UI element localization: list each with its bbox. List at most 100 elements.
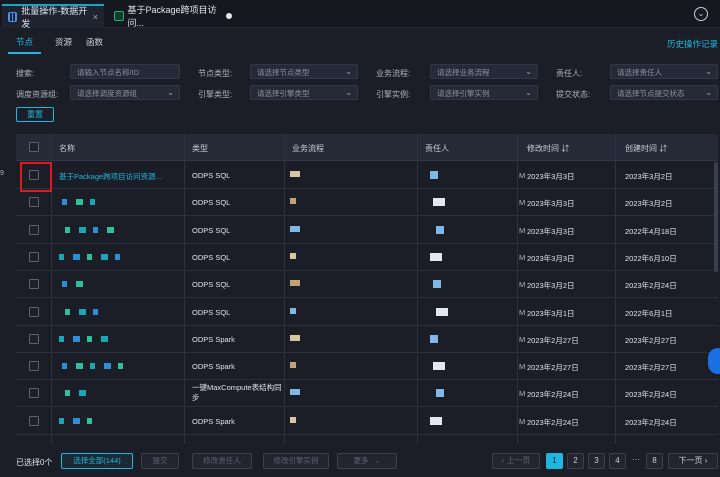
row-checkbox[interactable] (29, 224, 39, 235)
row-checkbox[interactable] (29, 279, 39, 290)
redacted-name-block (76, 199, 83, 206)
modified-time: 2023年3月3日 (527, 199, 575, 209)
vertical-scrollbar[interactable] (714, 162, 718, 272)
table-row[interactable]: ODPS Spark M 2023年2月27日 2023年2月27日 (16, 326, 718, 353)
page-2-button[interactable]: 2 (567, 453, 584, 469)
truncated-cell: M (519, 225, 526, 235)
redacted-name-block (59, 335, 64, 342)
row-checkbox[interactable] (29, 388, 39, 399)
reset-button[interactable]: 重置 (16, 107, 54, 122)
row-checkbox[interactable] (29, 197, 39, 208)
redacted-name-block (59, 253, 64, 260)
truncated-cell: M (519, 280, 526, 290)
more-label: 更多 (353, 456, 369, 465)
next-page-button[interactable]: 下一页 › (668, 453, 718, 469)
node-type: ODPS Spark (192, 362, 235, 372)
change-owner-button[interactable]: 修改责任人 (192, 453, 252, 469)
redacted-flow-block (290, 416, 296, 423)
tab-functions[interactable]: 函数 (86, 36, 103, 54)
redacted-owner-block (430, 171, 438, 179)
column-created[interactable]: 创建时间 ⇵ (625, 143, 667, 154)
created-time: 2023年2月24日 (625, 281, 677, 291)
batch-grid-icon (8, 12, 18, 22)
highlight-row1-checkbox (20, 162, 52, 192)
tab-resources[interactable]: 资源 (55, 36, 72, 54)
created-time: 2023年2月24日 (625, 417, 677, 427)
page-4-button[interactable]: 4 (609, 453, 626, 469)
table-row[interactable]: ODPS Spark M 2023年2月24日 2023年2月24日 (16, 408, 718, 435)
search-input[interactable]: 请输入节点名称/ID (70, 64, 180, 79)
change-engine-instance-button[interactable]: 修改引擎实例 (263, 453, 329, 469)
table-row[interactable]: ODPS SQL M 2023年3月1日 2022年6月1日 (16, 299, 718, 326)
truncated-cell: M (519, 416, 526, 426)
tab-nodes[interactable]: 节点 (8, 36, 42, 54)
business-flow-select[interactable]: 请选择业务流程 ⌄ (430, 64, 538, 79)
submit-button[interactable]: 提交 (141, 453, 179, 469)
more-dropdown[interactable]: 更多 ⌄ (337, 453, 397, 469)
modified-time: 2023年3月3日 (527, 253, 575, 263)
modified-time: 2023年2月24日 (527, 417, 579, 427)
column-modified[interactable]: 修改时间 ⇵ (527, 143, 569, 154)
redacted-name-block (79, 226, 86, 233)
modified-time: 2023年3月3日 (527, 172, 575, 181)
table-row[interactable]: ODPS SQL M 2023年3月3日 2022年4月18日 (16, 217, 718, 244)
truncated-cell: M (519, 171, 526, 180)
table-row[interactable]: ODPS SQL M 2023年3月3日 2022年6月10日 (16, 244, 718, 271)
redacted-flow-block (290, 334, 300, 341)
chevron-down-icon[interactable]: ⌄ (694, 7, 708, 21)
redacted-owner-block (433, 280, 441, 289)
page-8-button[interactable]: 8 (646, 453, 663, 469)
assistant-float-button[interactable] (708, 348, 720, 374)
redacted-name-block (104, 363, 111, 370)
table-row[interactable]: ODPS Spark M 2023年2月27日 2023年2月27日 (16, 353, 718, 381)
engine-type-select[interactable]: 请选择引擎类型 ⌄ (250, 85, 358, 100)
prev-page-button[interactable]: ‹ 上一页 (492, 453, 540, 469)
row-checkbox[interactable] (29, 251, 39, 262)
node-table: 名称 类型 业务流程 责任人 修改时间 ⇵ 创建时间 ⇵ 基于Package跨项… (16, 134, 718, 444)
submit-status-select[interactable]: 请选择节点提交状态 ⌄ (610, 85, 718, 100)
node-type: ODPS Spark (192, 334, 235, 344)
created-time: 2022年6月10日 (625, 253, 677, 263)
truncated-cell: M (519, 389, 526, 399)
row-checkbox[interactable] (29, 306, 39, 317)
created-time: 2023年2月27日 (625, 363, 677, 373)
table-row[interactable]: ODPS SQL M 2023年3月2日 2023年2月24日 (16, 271, 718, 299)
engine-instance-select[interactable]: 请选择引擎实例 ⌄ (430, 85, 538, 100)
modified-time: 2023年3月1日 (527, 308, 575, 318)
page-3-button[interactable]: 3 (588, 453, 605, 469)
unsaved-dot-icon[interactable] (226, 13, 232, 19)
history-operation-link[interactable]: 历史操作记录 (667, 38, 718, 50)
row-checkbox[interactable] (29, 361, 39, 372)
redacted-owner-block (436, 225, 444, 234)
truncated-cell: M (519, 307, 526, 317)
chevron-down-icon: ⌄ (345, 67, 352, 76)
owner-label: 责任人: (556, 69, 583, 78)
owner-select[interactable]: 请选择责任人 ⌄ (610, 64, 718, 79)
close-icon[interactable]: × (93, 12, 98, 22)
select-all-button[interactable]: 选择全部(144) (61, 453, 133, 469)
tab-batch-operation[interactable]: 批量操作-数据开发 × (2, 4, 104, 29)
modified-time: 2023年3月2日 (527, 281, 575, 291)
chevron-down-icon: ⌄ (525, 88, 532, 97)
left-edge-marker: 9 (0, 170, 4, 177)
chevron-down-icon: ⌄ (705, 88, 712, 97)
redacted-flow-block (290, 198, 296, 205)
node-type-select[interactable]: 请选择节点类型 ⌄ (250, 64, 358, 79)
resource-group-placeholder: 请选择调度资源组 (77, 89, 137, 98)
page-1-button[interactable]: 1 (546, 453, 563, 469)
table-row[interactable]: 一键MaxCompute表结构同步 M 2023年2月24日 2023年2月24日 (16, 380, 718, 408)
node-type: ODPS SQL (192, 198, 231, 208)
redacted-owner-block (436, 389, 444, 398)
row-checkbox[interactable] (29, 333, 39, 344)
redacted-flow-block (290, 307, 296, 314)
select-all-checkbox[interactable] (29, 142, 39, 152)
resource-group-select[interactable]: 请选择调度资源组 ⌄ (70, 85, 180, 100)
modified-time: 2023年2月24日 (527, 390, 579, 400)
engine-type-label: 引擎类型: (198, 90, 233, 99)
node-name[interactable]: 基于Package跨项目访问资源... (59, 171, 162, 182)
table-row[interactable]: 基于Package跨项目访问资源... ODPS SQL M 2023年3月3日 202… (16, 162, 718, 189)
tab-package-access[interactable]: 基于Package跨项目访问... (108, 4, 238, 28)
sql-node-icon (114, 11, 124, 21)
table-row[interactable]: ODPS SQL M 2023年3月3日 2023年3月2日 (16, 189, 718, 217)
row-checkbox[interactable] (29, 415, 39, 426)
